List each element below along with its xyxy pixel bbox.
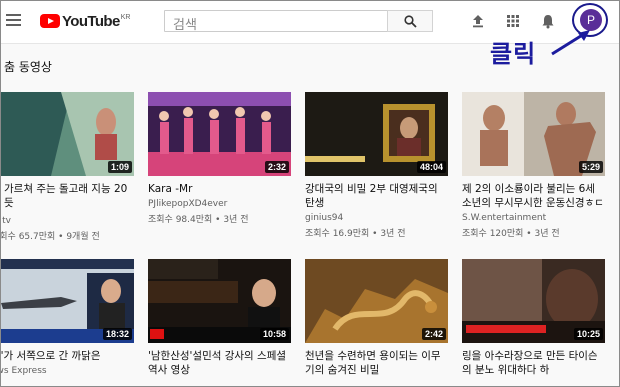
section-title: 춤 동영상 [4,60,52,74]
search-button[interactable] [387,10,433,32]
video-duration: 10:58 [259,328,289,340]
video-thumbnail[interactable]: 1:09 [0,92,134,176]
video-thumbnail[interactable]: 2:42 [305,259,448,343]
video-card[interactable]: 48:04 강대국의 비밀 2부 대영제국의 탄생 ginius94 조회수 1… [305,92,448,239]
channel-name[interactable]: ews Express [0,366,134,376]
video-title[interactable]: 강대국의 비밀 2부 대영제국의 탄생 [305,182,448,210]
channel-name[interactable]: 파 tv [0,213,134,226]
video-thumbnail[interactable]: 48:04 [305,92,448,176]
channel-name[interactable]: PJlikepopXD4ever [148,199,291,209]
video-title[interactable]: 제 2의 이소룡이라 불리는 6세 소년의 무시무시한 운동신경ㅎㄷㄷ [462,182,605,210]
search-icon [403,14,417,28]
video-duration: 1:09 [107,161,132,173]
search-input[interactable]: 검색 [164,10,388,33]
video-thumbnail[interactable]: 18:32 [0,259,134,343]
logo-text: YouTube [62,12,120,30]
video-duration: 2:42 [421,328,446,340]
video-thumbnail[interactable]: 10:25 [462,259,605,343]
youtube-logo[interactable]: YouTube KR [40,12,130,30]
video-meta: 조회수 120만회 • 3년 전 [462,229,560,239]
logo-region: KR [120,13,131,21]
channel-name[interactable]: S.W.entertainment [462,213,605,223]
video-duration: 10:25 [573,328,603,340]
video-title[interactable]: 천년을 수련하면 용이되는 이무기의 숨겨진 비밀 [305,349,448,377]
upload-icon[interactable] [469,12,487,30]
video-card[interactable]: 10:25 링을 아수라장으로 만든 타이슨의 분노 위대하다 하 [462,259,605,377]
video-card[interactable]: 18:32 조'가 서쪽으로 간 까닭은 ews Express [0,259,134,376]
video-duration: 48:04 [416,161,446,173]
video-duration: 2:32 [264,161,289,173]
apps-icon[interactable] [504,12,522,30]
video-thumbnail[interactable]: 10:58 [148,259,291,343]
video-title[interactable]: 링을 아수라장으로 만든 타이슨의 분노 위대하다 하 [462,349,605,377]
video-title[interactable]: 영 가르쳐 주는 돌고래 지능 20일 듯 [0,182,134,210]
video-duration: 5:29 [578,161,603,173]
video-title[interactable]: Kara -Mr [148,182,291,196]
video-card[interactable]: 2:42 천년을 수련하면 용이되는 이무기의 숨겨진 비밀 [305,259,448,377]
video-card[interactable]: 2:32 Kara -Mr PJlikepopXD4ever 조회수 98.4만… [148,92,291,225]
menu-icon[interactable] [6,12,24,28]
video-meta: 조회수 16.9만회 • 3년 전 [305,229,406,239]
video-card[interactable]: 1:09 영 가르쳐 주는 돌고래 지능 20일 듯 파 tv 조회수 65.7… [0,92,134,242]
play-icon [40,14,60,28]
video-meta: 조회수 65.7만회 • 9개월 전 [0,232,100,242]
video-title[interactable]: '남한산성'설민석 강사의 스페셜 역사 영상 [148,349,291,377]
video-duration: 18:32 [102,328,132,340]
video-thumbnail[interactable]: 5:29 [462,92,605,176]
video-title[interactable]: 조'가 서쪽으로 간 까닭은 [0,349,134,363]
channel-name[interactable]: ginius94 [305,213,448,223]
arrow-icon [551,30,590,56]
video-meta: 조회수 98.4만회 • 3년 전 [148,215,249,225]
video-card[interactable]: 10:58 '남한산성'설민석 강사의 스페셜 역사 영상 [148,259,291,377]
video-card[interactable]: 5:29 제 2의 이소룡이라 불리는 6세 소년의 무시무시한 운동신경ㅎㄷㄷ… [462,92,605,239]
video-thumbnail[interactable]: 2:32 [148,92,291,176]
click-annotation: 클릭 [490,40,537,68]
